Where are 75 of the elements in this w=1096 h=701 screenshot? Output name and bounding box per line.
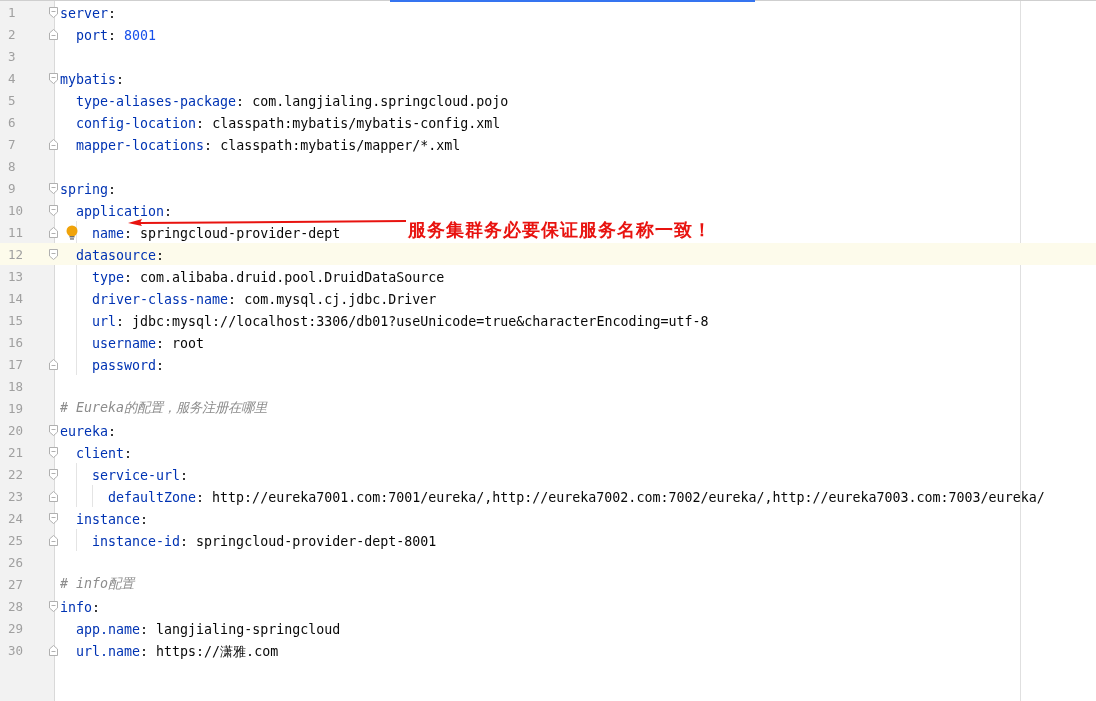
code-line: type: com.alibaba.druid.pool.DruidDataSource xyxy=(92,271,445,285)
line-number: 14 xyxy=(7,290,25,306)
fold-marker-icon[interactable] xyxy=(49,6,58,18)
line-number: 20 xyxy=(7,422,25,438)
line-number: 24 xyxy=(7,510,25,526)
code-line: config-location: classpath:mybatis/mybatis-config.xml xyxy=(76,117,501,131)
code-line: spring: xyxy=(60,183,117,197)
line-number: 5 xyxy=(7,92,17,108)
line-number: 23 xyxy=(7,488,25,504)
code-line: application: xyxy=(76,205,173,219)
code-line: mapper-locations: classpath:mybatis/mapper/*.xml xyxy=(76,139,461,153)
code-line: client: xyxy=(76,447,133,461)
fold-marker-icon[interactable] xyxy=(49,358,58,370)
line-number: 11 xyxy=(7,224,25,240)
code-line: eureka: xyxy=(60,425,117,439)
line-number: 2 xyxy=(7,26,17,42)
line-number: 13 xyxy=(7,268,25,284)
lightbulb-icon[interactable] xyxy=(66,225,78,240)
line-number: 21 xyxy=(7,444,25,460)
code-line: password: xyxy=(92,359,165,373)
code-comment: # Eureka的配置，服务注册在哪里 xyxy=(60,399,268,417)
fold-marker-icon[interactable] xyxy=(49,72,58,84)
line-number: 28 xyxy=(7,598,25,614)
code-line: server: xyxy=(60,7,117,21)
code-comment: # info配置 xyxy=(60,575,135,593)
line-number: 4 xyxy=(7,70,17,86)
line-number: 29 xyxy=(7,620,25,636)
line-number: 17 xyxy=(7,356,25,372)
line-number: 8 xyxy=(7,158,17,174)
fold-marker-icon[interactable] xyxy=(49,226,58,238)
line-number: 10 xyxy=(7,202,25,218)
fold-marker-icon[interactable] xyxy=(49,534,58,546)
line-number: 7 xyxy=(7,136,17,152)
line-number: 18 xyxy=(7,378,25,394)
fold-marker-icon[interactable] xyxy=(49,512,58,524)
annotation-text: 服务集群务必要保证服务名称一致！ xyxy=(408,218,712,242)
fold-marker-icon[interactable] xyxy=(49,204,58,216)
code-line: app.name: langjialing-springcloud xyxy=(76,623,341,637)
line-number: 3 xyxy=(7,48,17,64)
line-number: 30 xyxy=(7,642,25,658)
line-number: 6 xyxy=(7,114,17,130)
line-number: 9 xyxy=(7,180,17,196)
line-number: 25 xyxy=(7,532,25,548)
line-number: 12 xyxy=(7,246,25,262)
code-line: driver-class-name: com.mysql.cj.jdbc.Driver xyxy=(92,293,437,307)
code-line: mybatis: xyxy=(60,73,125,87)
line-number: 26 xyxy=(7,554,25,570)
fold-marker-icon[interactable] xyxy=(49,468,58,480)
fold-marker-icon[interactable] xyxy=(49,28,58,40)
fold-marker-icon[interactable] xyxy=(49,424,58,436)
line-number: 1 xyxy=(7,4,17,20)
code-line: type-aliases-package: com.langjialing.springcloud.pojo xyxy=(76,95,509,109)
fold-marker-icon[interactable] xyxy=(49,446,58,458)
code-line: name: springcloud-provider-dept xyxy=(92,227,341,241)
fold-marker-icon[interactable] xyxy=(49,490,58,502)
code-line: port: 8001 xyxy=(76,29,157,43)
code-line: url: jdbc:mysql://localhost:3306/db01?useUnicode=true&characterEncoding=utf-8 xyxy=(92,315,709,329)
code-line: username: root xyxy=(92,337,205,351)
fold-marker-icon[interactable] xyxy=(49,138,58,150)
code-line: datasource: xyxy=(76,249,165,263)
code-line: instance: xyxy=(76,513,149,527)
line-number: 16 xyxy=(7,334,25,350)
fold-marker-icon[interactable] xyxy=(49,248,58,260)
code-line: service-url: xyxy=(92,469,189,483)
line-number: 27 xyxy=(7,576,25,592)
line-number: 19 xyxy=(7,400,25,416)
line-number: 22 xyxy=(7,466,25,482)
fold-marker-icon[interactable] xyxy=(49,600,58,612)
fold-marker-icon[interactable] xyxy=(49,182,58,194)
fold-marker-icon[interactable] xyxy=(49,644,58,656)
line-number: 15 xyxy=(7,312,25,328)
code-line: url.name: https://潇雅.com xyxy=(76,645,279,659)
code-line: info: xyxy=(60,601,101,615)
code-line: instance-id: springcloud-provider-dept-8001 xyxy=(92,535,437,549)
code-line: defaultZone: http://eureka7001.com:7001/eureka/,http://eureka7002.com:7002/eureka/,http://eureka7003.com:7003/eureka/ xyxy=(108,491,1045,505)
